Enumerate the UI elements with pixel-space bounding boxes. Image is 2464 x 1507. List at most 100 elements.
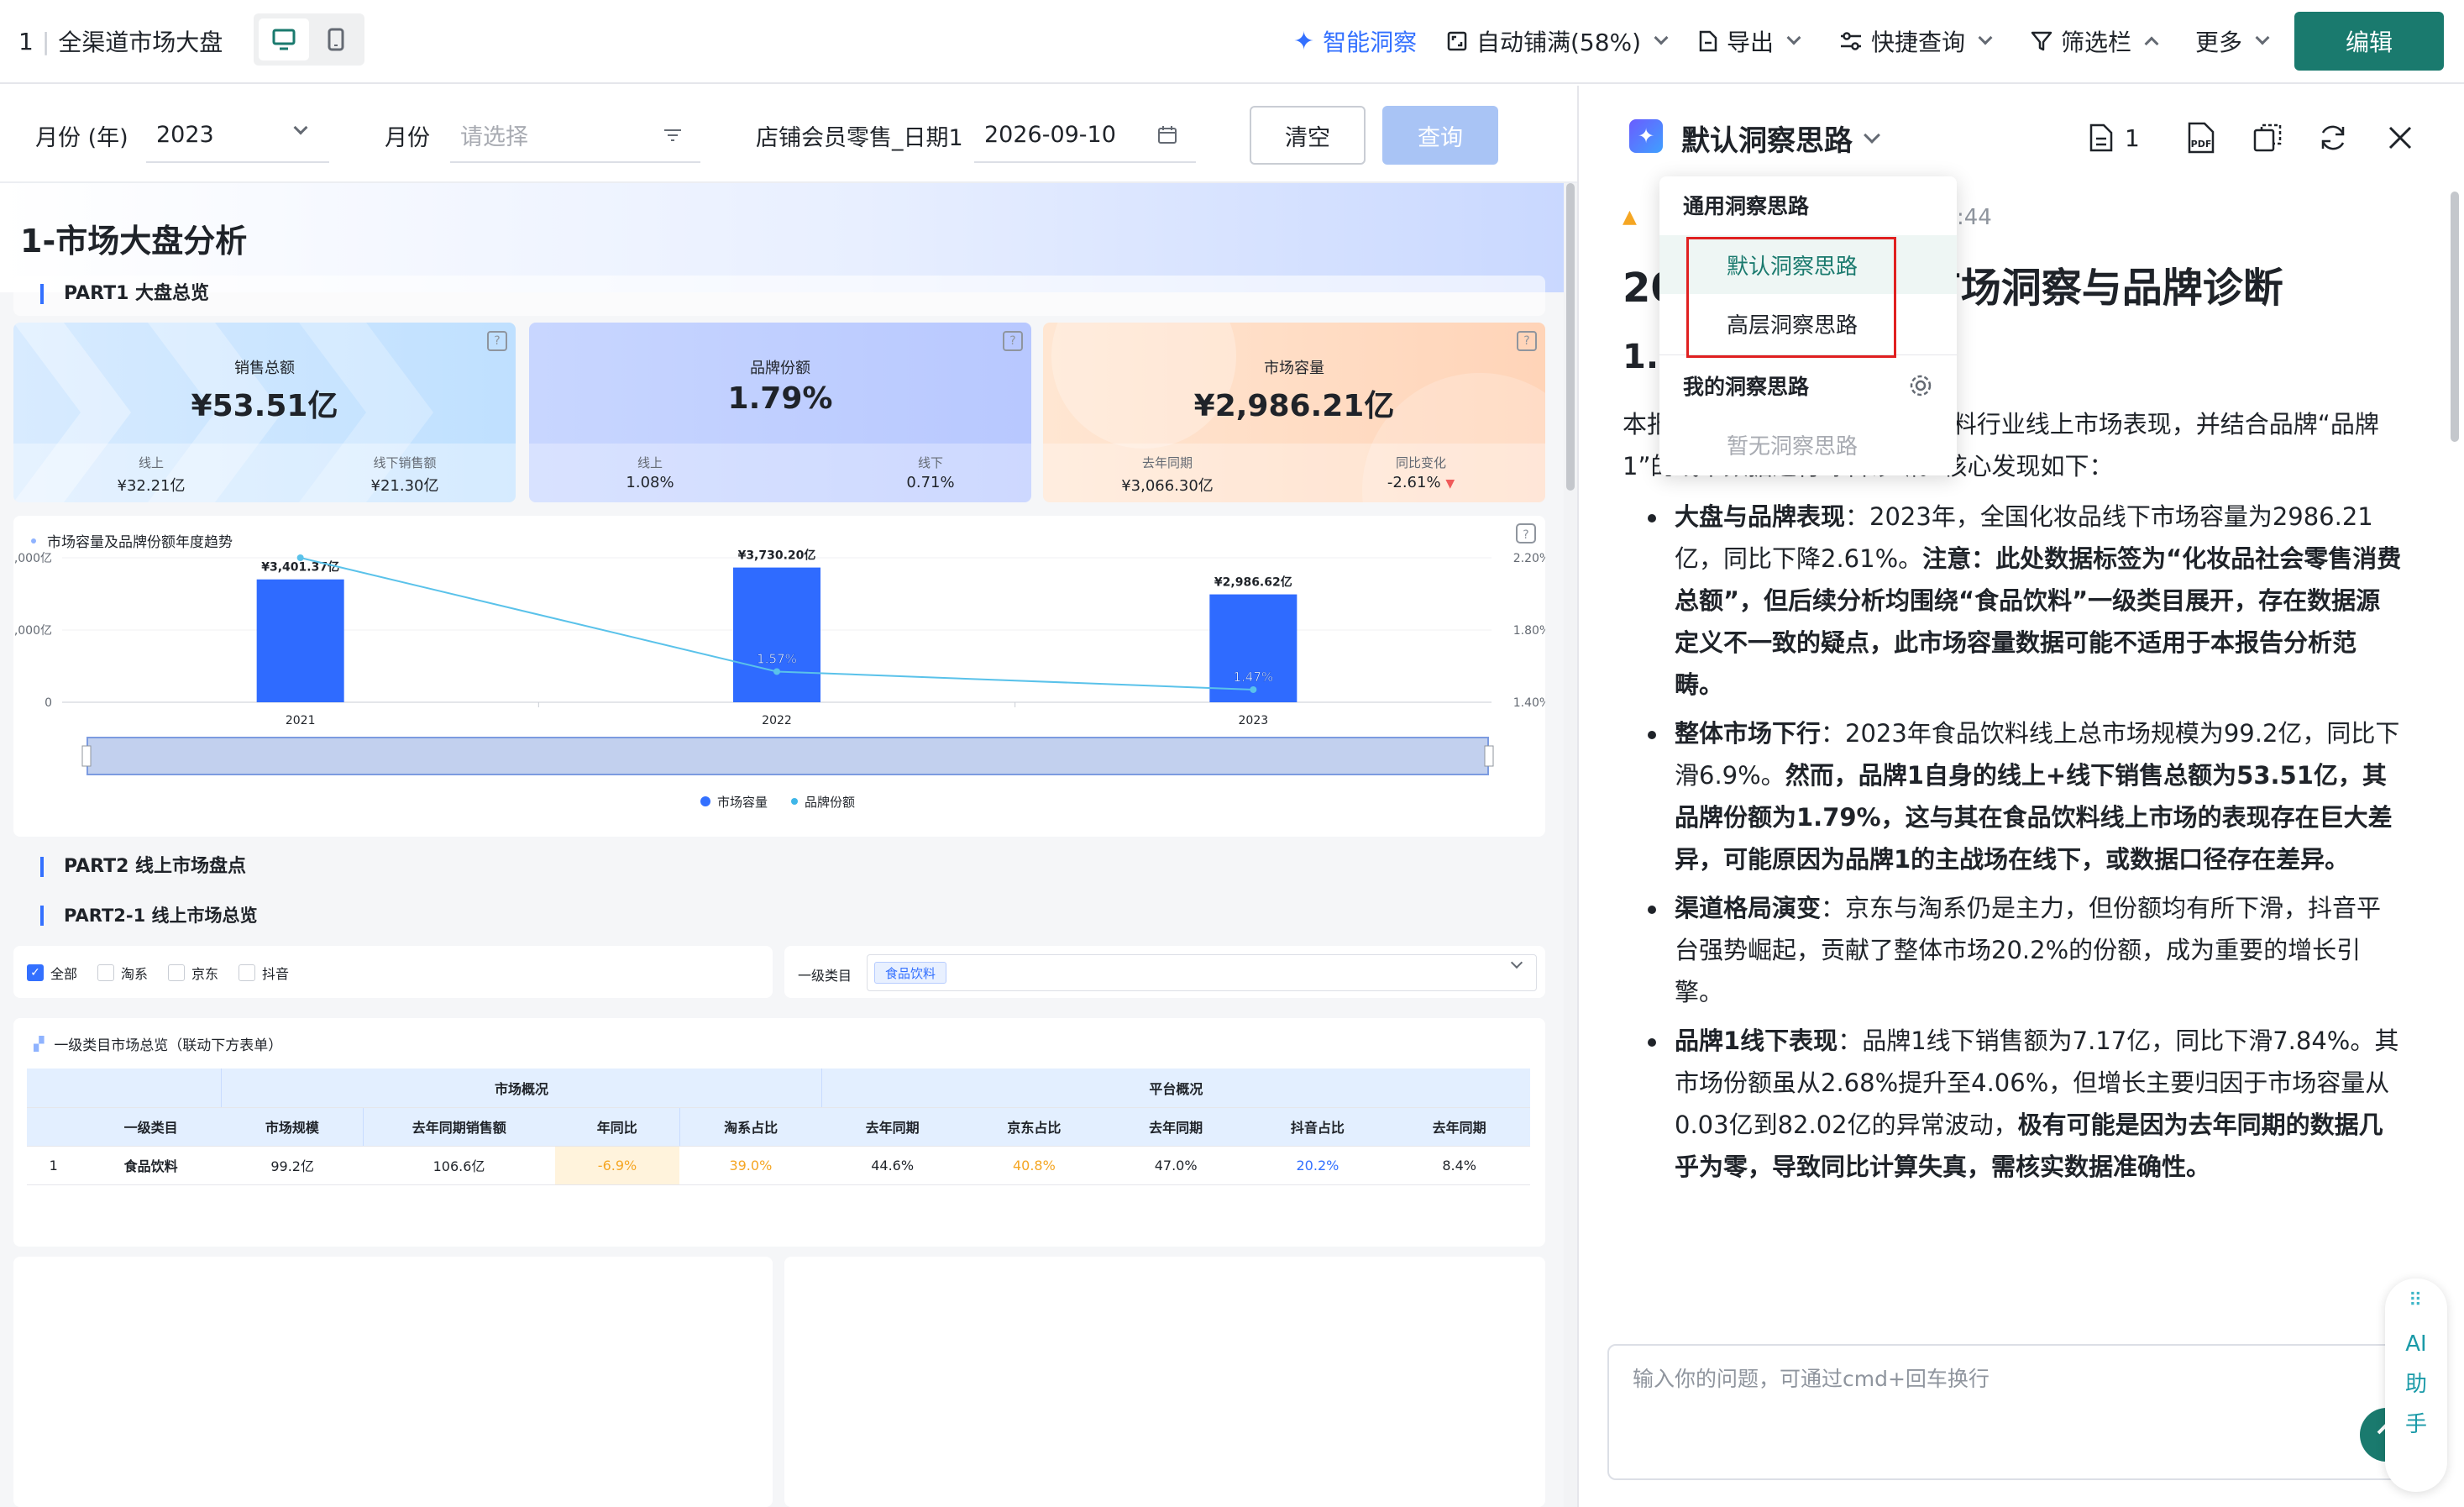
date-picker[interactable]: 2026-09-10	[974, 108, 1196, 163]
share-point[interactable]	[773, 668, 780, 675]
zoom-handle-right[interactable]	[1484, 745, 1494, 767]
y-tick-left: 0	[45, 696, 52, 710]
bar-label: ¥3,401.37亿	[261, 560, 339, 575]
chart-zoom-slider[interactable]	[87, 737, 1489, 775]
bar-2023[interactable]	[1209, 594, 1298, 702]
checkbox-icon	[239, 964, 256, 981]
desktop-view-button[interactable]	[259, 18, 309, 60]
year-select[interactable]: 2023	[146, 108, 329, 163]
help-icon[interactable]: ?	[487, 331, 507, 351]
help-icon[interactable]: ?	[1003, 331, 1023, 351]
quick-query-dropdown[interactable]: 快捷查询	[1839, 22, 1993, 60]
kpi-sub1-value: ¥32.21亿	[117, 477, 186, 495]
page-title: 全渠道市场大盘	[58, 29, 223, 56]
table-header-cell[interactable]: 京东占比	[963, 1107, 1105, 1147]
zoom-handle-left[interactable]	[81, 745, 92, 767]
chevron-down-icon	[1978, 30, 1993, 45]
more-dropdown[interactable]: 更多	[2195, 22, 2270, 60]
table-header-cell[interactable]: 年同比	[554, 1107, 680, 1147]
close-icon[interactable]	[2382, 119, 2419, 156]
edit-button[interactable]: 编辑	[2294, 12, 2444, 71]
platform-option-all[interactable]: ✓ 全部	[27, 963, 77, 983]
copy-icon[interactable]	[2249, 119, 2286, 156]
table-cell: 8.4%	[1388, 1146, 1530, 1185]
smart-insight-label: 智能洞察	[1323, 29, 1418, 56]
kpi-value: ¥53.51亿	[191, 389, 338, 423]
bar-2021[interactable]	[256, 579, 344, 702]
bar-2022[interactable]	[733, 567, 820, 702]
month-select[interactable]: 请选择	[450, 108, 700, 163]
table-cell: 20.2%	[1246, 1146, 1389, 1185]
lower-left-card	[13, 1257, 773, 1507]
clear-button[interactable]: 清空	[1250, 106, 1366, 165]
table-header-cell[interactable]: 抖音占比	[1246, 1107, 1389, 1147]
table-row[interactable]: 1 食品饮料 99.2亿 106.6亿 -6.9% 39.0% 44.6% 40.8% 47.0…	[27, 1146, 1530, 1185]
share-point[interactable]	[1250, 685, 1257, 693]
insight-mode-selector[interactable]: 默认洞察思路	[1681, 118, 1880, 159]
y-tick-right: 1.40%	[1513, 696, 1545, 710]
refresh-icon[interactable]	[2315, 119, 2351, 156]
part2-title: PART2 线上市场盘点	[40, 857, 246, 877]
document-icon[interactable]	[2083, 119, 2120, 156]
kpi-card-sales[interactable]: ? 销售总额 ¥53.51亿 线上 ¥32.21亿 线下销售额 ¥21.30亿	[13, 323, 516, 502]
y-tick-left: 4,000亿	[13, 552, 52, 565]
table-header-cell[interactable]: 去年同期	[1388, 1107, 1530, 1147]
insight-mode-label: 默认洞察思路	[1681, 124, 1853, 158]
share-point[interactable]	[296, 554, 304, 561]
table-header-cell[interactable]: 去年同期	[1104, 1107, 1247, 1147]
table-cell: 99.2亿	[221, 1146, 364, 1185]
calendar-icon	[1158, 126, 1177, 144]
menu-group-general: 通用洞察思路	[1683, 194, 1810, 218]
table-header-cell[interactable]: 去年同期销售额	[362, 1107, 555, 1147]
insight-mode-dropdown: 通用洞察思路 默认洞察思路 高层洞察思路 我的洞察思路 暂无洞察思路	[1659, 176, 1957, 475]
mobile-view-button[interactable]	[312, 18, 359, 60]
pdf-icon[interactable]: PDF	[2182, 119, 2219, 156]
scrollbar-thumb[interactable]	[1566, 183, 1575, 491]
autofit-dropdown[interactable]: 自动铺满(58%)	[1446, 22, 1669, 60]
report-bullet: 大盘与品牌表现：2023年，全国化妆品线下市场容量为2986.21亿，同比下降2…	[1623, 496, 2404, 706]
table-header-cell[interactable]: 市场规模	[221, 1107, 364, 1147]
checkbox-icon	[168, 964, 186, 981]
help-icon[interactable]: ?	[1517, 331, 1537, 351]
report-scrollbar-thumb[interactable]	[2451, 192, 2459, 442]
platform-option-jd[interactable]: 京东	[168, 963, 218, 983]
dashboard-title: 1-市场大盘分析	[20, 223, 248, 260]
ai-assistant-float[interactable]: ⠿ AI助手	[2385, 1279, 2447, 1492]
table-header-cell[interactable]: 去年同期	[821, 1107, 963, 1147]
table-cell: 40.8%	[963, 1146, 1105, 1185]
gear-icon[interactable]	[1908, 373, 1933, 398]
platform-option-taobao[interactable]: 淘系	[97, 963, 148, 983]
share-label: 1.57%	[757, 651, 797, 666]
query-button[interactable]: 查询	[1382, 106, 1498, 165]
export-dropdown[interactable]: 导出	[1698, 22, 1801, 60]
filter-bar-toggle[interactable]: 筛选栏	[2031, 22, 2159, 60]
table-header-cell[interactable]: 一级类目	[80, 1107, 222, 1147]
table-header-cell[interactable]: 淘系占比	[679, 1107, 822, 1147]
legend-item-share[interactable]: 品牌份额	[805, 795, 855, 810]
trend-chart[interactable]: 市场容量及品牌份额年度趋势 ? 4,000亿 2,000亿 0 2.20% 1.80% 1…	[7, 516, 1550, 837]
kpi-sub1-value: ¥3,066.30亿	[1121, 477, 1214, 495]
report-bullet: 渠道格局演变：京东与淘系仍是主力，但份额均有所下滑，抖音平台强势崛起，贡献了整体…	[1623, 887, 2404, 1013]
page-index: 1	[18, 27, 34, 55]
platform-option-douyin[interactable]: 抖音	[239, 963, 289, 983]
dashboard-scrollbar[interactable]	[1564, 183, 1577, 1507]
legend-item-capacity[interactable]: 市场容量	[717, 795, 768, 810]
category-tag[interactable]: 食品饮料	[874, 962, 947, 984]
menu-empty-state: 暂无洞察思路	[1727, 433, 1858, 459]
status-time: :44	[1957, 205, 1992, 230]
title-dot	[31, 538, 36, 543]
kpi-card-share[interactable]: ? 品牌份额 1.79% 线上 1.08% 线下 0.71%	[529, 323, 1031, 502]
lower-right-card	[784, 1257, 1545, 1507]
sparkle-icon: ✦	[1293, 26, 1315, 56]
quick-query-label: 快捷查询	[1871, 29, 1966, 56]
question-input[interactable]: 输入你的问题，可通过cmd+回车换行	[1607, 1344, 2435, 1480]
trend-chart-card[interactable]: 市场容量及品牌份额年度趋势 ? 4,000亿 2,000亿 0 2.20% 1.80% 1…	[7, 516, 1550, 837]
more-label: 更多	[2195, 29, 2243, 56]
date-filter-label: 店铺会员零售_日期1	[756, 125, 963, 151]
category-select[interactable]: 食品饮料	[867, 954, 1537, 991]
kpi-title: 品牌份额	[750, 360, 810, 377]
kpi-card-capacity[interactable]: ? 市场容量 ¥2,986.21亿 去年同期 ¥3,066.30亿 同比变化 -…	[1043, 323, 1545, 502]
smart-insight-button[interactable]: ✦ 智能洞察	[1293, 22, 1417, 60]
year-filter-label: 月份 (年)	[35, 125, 128, 151]
group-header-market: 市场概况	[221, 1069, 822, 1108]
